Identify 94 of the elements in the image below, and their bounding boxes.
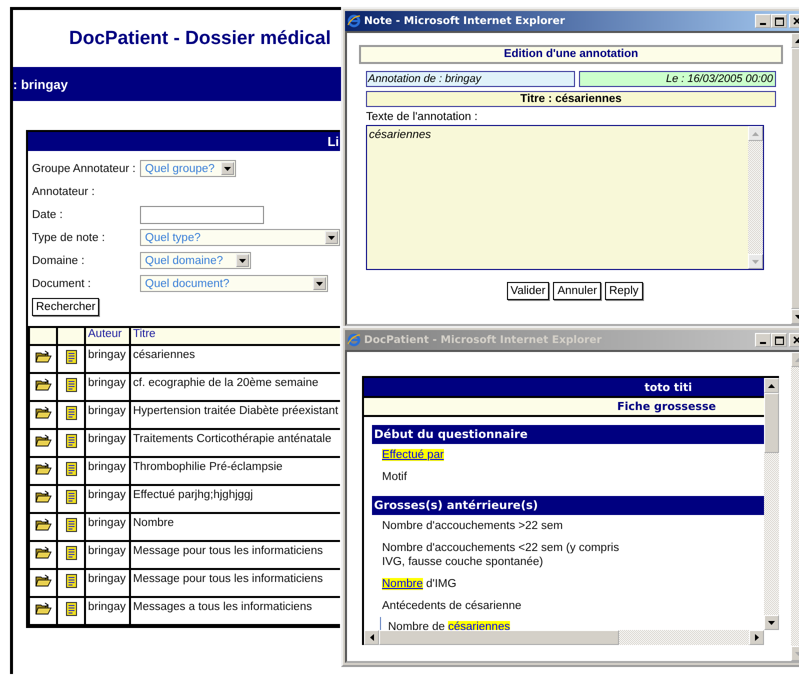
folder-icon[interactable] [34,574,52,587]
field-label: Date : [32,208,64,220]
browser-icon [347,333,361,347]
form-heading: Edition d'une annotation [359,45,783,64]
user-name: : bringay [13,76,68,92]
arrow-up-icon [768,384,775,388]
minimize-button[interactable] [755,333,771,347]
document-icon[interactable] [66,434,76,448]
browser-icon [347,14,361,28]
caret-icon [316,282,323,286]
folder-icon[interactable] [34,462,52,475]
action-button[interactable]: Valider [506,282,550,300]
vertical-scrollbar[interactable] [748,126,763,269]
panel-title: Li [327,134,340,149]
question-label: Nombre d'accouchements <22 sem (y compris IVG, fausse couche spontanée) [382,542,620,568]
action-button[interactable]: Annuler [553,282,602,300]
arrow-right-icon [754,634,758,641]
caret-icon [239,258,246,262]
field-label: Document : [32,278,92,290]
vertical-scrollbar[interactable] [764,378,779,630]
arrow-left-icon [370,634,374,641]
folder-icon[interactable] [34,350,52,363]
question-label: Nombre d'IMG [382,578,456,590]
table-cell: bringay [85,541,130,569]
dropdown[interactable]: Quel type? [140,229,340,246]
dropdown[interactable]: Quel document? [140,275,328,292]
document-icon[interactable] [66,490,76,504]
folder-icon[interactable] [34,602,52,615]
document-icon[interactable] [66,518,76,532]
document-icon[interactable] [66,406,76,420]
minimize-button[interactable] [755,14,771,28]
table-cell: bringay [85,457,130,485]
arrow-down-icon [768,620,775,624]
annotation-text-area[interactable]: césariennes [366,125,764,270]
form-title: Fiche grossesse [617,400,716,413]
maximize-icon [774,16,784,26]
column-header[interactable]: Titre [130,327,340,345]
arrow-up-icon [752,132,759,136]
scroll-thumb[interactable] [764,393,779,453]
question-label: Motif [382,471,407,483]
search-button[interactable]: Rechercher [32,298,100,316]
document-icon[interactable] [66,546,76,560]
folder-icon[interactable] [34,546,52,559]
folder-icon[interactable] [34,490,52,503]
maximize-icon [774,336,784,344]
table-cell: bringay [85,373,130,401]
folder-icon[interactable] [34,378,52,391]
text-label: Texte de l'annotation : [366,111,478,123]
question-link[interactable]: Nombre [382,578,423,590]
field-label: Groupe Annotateur : [32,162,137,174]
question-label: Antécedents de césarienne [382,600,522,612]
horizontal-scrollbar[interactable] [364,630,764,645]
title-field: Titre : césariennes [366,91,776,107]
folder-icon[interactable] [34,434,52,447]
dropdown[interactable]: Quel domaine? [140,252,251,269]
action-button[interactable]: Reply [605,282,642,300]
scroll-thumb[interactable] [379,630,619,645]
document-icon[interactable] [66,378,76,392]
caret-icon [224,166,231,170]
date-field: Le : 16/03/2005 00:00 [579,71,776,87]
author-field: Annotation de : bringay [366,71,575,87]
arrow-down-icon [752,260,759,264]
table-cell: bringay [85,485,130,513]
document-icon[interactable] [66,574,76,588]
folder-icon[interactable] [34,406,52,419]
maximize-button[interactable] [771,14,787,28]
question-label: Nombre d'accouchements >22 sem [382,520,563,532]
dropdown[interactable]: Quel groupe? [140,160,236,177]
window-title: Note - Microsoft Internet Explorer [364,15,566,27]
table-cell: bringay [85,345,130,373]
field-label: Domaine : [32,254,86,266]
document-icon[interactable] [66,462,76,476]
section-header: Début du questionnaire [372,425,764,444]
patient-name: toto titi [644,380,692,394]
field-label: Type de note : [32,232,106,244]
column-header[interactable]: Auteur [85,327,130,345]
table-cell: bringay [85,569,130,597]
table-cell: bringay [85,597,130,625]
document-icon[interactable] [66,602,76,616]
folder-icon[interactable] [34,518,52,531]
table-cell: bringay [85,513,130,541]
caret-icon [328,236,335,240]
field-label: Annotateur : [32,186,96,198]
section-header: Grosses(s) antérrieure(s) [372,496,764,515]
question-link[interactable]: césariennes [448,621,510,630]
date-field[interactable] [140,206,264,224]
close-icon [793,336,799,344]
table-cell: bringay [85,429,130,457]
document-icon[interactable] [66,350,76,364]
close-icon [793,17,799,25]
question-link[interactable]: Effectué par [382,449,444,461]
table-cell: bringay [85,401,130,429]
page-title: DocPatient - Dossier médical [69,28,331,50]
maximize-button[interactable] [771,333,787,347]
